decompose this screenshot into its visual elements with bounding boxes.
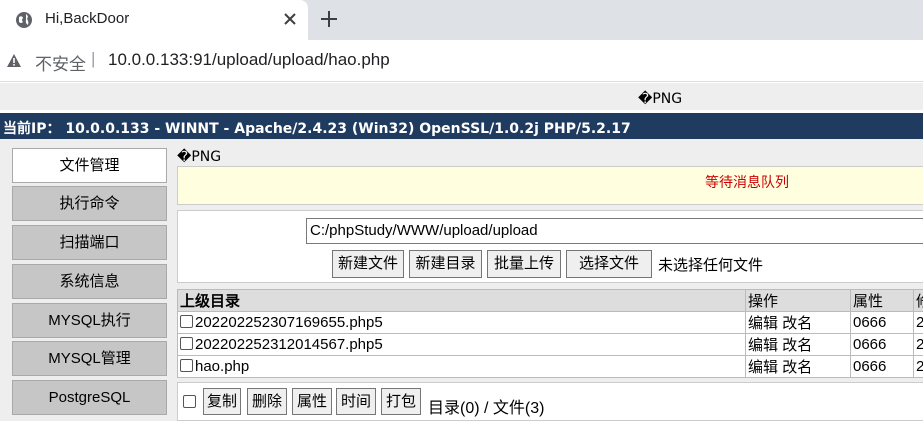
message-box: 等待消息队列 [177,166,923,205]
row-checkbox[interactable] [180,337,193,350]
menu-system-info[interactable]: 系统信息 [12,264,167,299]
edit-link[interactable]: 编辑 [748,315,778,332]
attributes-button[interactable]: 属性 [292,388,332,415]
security-label[interactable]: 不安全 [35,50,86,75]
new-tab-icon[interactable] [318,8,340,30]
new-dir-button[interactable]: 新建目录 [409,250,482,278]
table-row: 202202252312014567.php5 编辑 改名 0666 2 [177,333,923,356]
globe-icon [16,12,32,28]
row-checkbox[interactable] [180,359,193,372]
delete-button[interactable]: 删除 [247,388,287,415]
actions-cell: 编辑 改名 [745,355,851,378]
address-separator: | [91,49,96,68]
png-marker: �PNG [177,149,222,165]
address-bar[interactable]: 不安全 | 10.0.0.133:91/upload/upload/hao.ph… [0,40,923,82]
parent-dir-link[interactable]: 上级目录 [177,289,746,312]
perm-link[interactable]: 0666 [850,355,914,378]
warning-icon[interactable] [6,53,22,69]
file-table: 上级目录 操作 属性 修 202202252307169655.php5 编辑 … [177,289,923,378]
path-input[interactable]: C:/phpStudy/WWW/upload/upload [306,218,923,244]
modified-cell: 2 [913,311,923,334]
actions-cell: 编辑 改名 [745,311,851,334]
pack-button[interactable]: 打包 [381,388,421,415]
table-row: hao.php 编辑 改名 0666 2 [177,355,923,378]
file-name-link[interactable]: 202202252312014567.php5 [195,336,383,353]
url-text[interactable]: 10.0.0.133:91/upload/upload/hao.php [108,50,390,70]
copy-button[interactable]: 复制 [203,388,241,415]
rename-link[interactable]: 改名 [782,337,812,354]
row-checkbox[interactable] [180,315,193,328]
message-text: 等待消息队列 [705,174,789,190]
dir-file-counts: 目录(0) / 文件(3) [428,400,545,417]
menu-mysql-exec[interactable]: MYSQL执行 [12,303,167,338]
bulk-actions-bar: 复制 删除 属性 时间 打包 目录(0) / 文件(3) [177,382,923,421]
perm-link[interactable]: 0666 [850,333,914,356]
browser-tab[interactable]: Hi,BackDoor [0,0,308,40]
tab-strip: Hi,BackDoor [0,0,923,40]
time-button[interactable]: 时间 [336,388,376,415]
header-modified: 修 [913,289,923,312]
server-info-bar: 当前IP： 10.0.0.133 - WINNT - Apache/2.4.23… [0,110,923,139]
modified-cell: 2 [913,333,923,356]
choose-file-button[interactable]: 选择文件 [566,250,652,278]
file-cell: 202202252307169655.php5 [177,311,746,334]
actions-cell: 编辑 改名 [745,333,851,356]
header-actions: 操作 [745,289,851,312]
table-row: 202202252307169655.php5 编辑 改名 0666 2 [177,311,923,334]
menu-exec-command[interactable]: 执行命令 [12,186,167,221]
file-name-link[interactable]: 202202252307169655.php5 [195,314,383,331]
select-all-checkbox[interactable] [183,395,196,408]
file-cell: hao.php [177,355,746,378]
file-cell: 202202252312014567.php5 [177,333,746,356]
menu-postgresql[interactable]: PostgreSQL [12,380,167,415]
edit-link[interactable]: 编辑 [748,337,778,354]
perm-link[interactable]: 0666 [850,311,914,334]
rename-link[interactable]: 改名 [782,359,812,376]
edit-link[interactable]: 编辑 [748,359,778,376]
rename-link[interactable]: 改名 [782,315,812,332]
no-file-label: 未选择任何文件 [658,257,764,274]
server-info: 当前IP： 10.0.0.133 - WINNT - Apache/2.4.23… [3,121,631,137]
modified-cell: 2 [913,355,923,378]
file-toolbar: C:/phpStudy/WWW/upload/upload 新建文件 新建目录 … [177,210,923,283]
new-file-button[interactable]: 新建文件 [332,250,404,278]
close-icon[interactable] [280,9,300,29]
file-name-link[interactable]: hao.php [195,358,249,375]
page-body: �PNG 当前IP： 10.0.0.133 - WINNT - Apache/2… [0,83,923,421]
batch-upload-button[interactable]: 批量上传 [487,250,561,278]
menu-mysql-manage[interactable]: MYSQL管理 [12,341,167,376]
header-attributes: 属性 [850,289,914,312]
table-header-row: 上级目录 操作 属性 修 [177,289,923,312]
png-marker-top: �PNG [638,91,683,107]
menu-file-manager[interactable]: 文件管理 [12,148,167,183]
menu-port-scan[interactable]: 扫描端口 [12,225,167,260]
tab-title: Hi,BackDoor [45,10,130,27]
